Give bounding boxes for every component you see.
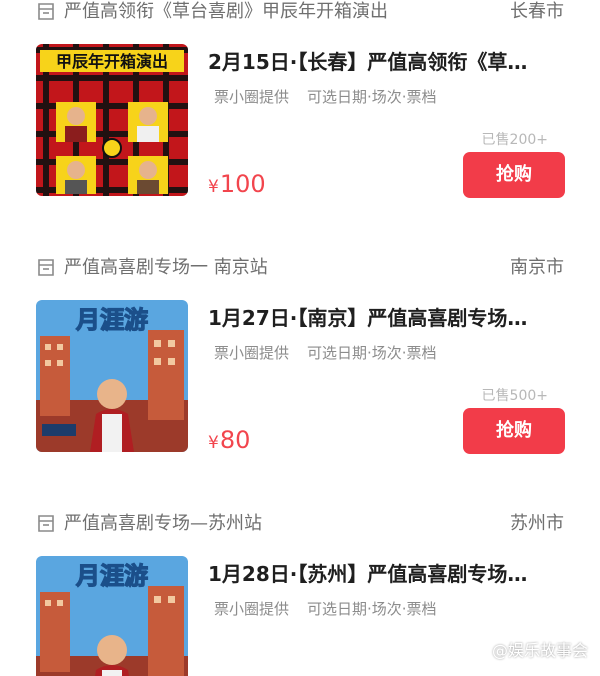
poster-headline: 甲辰年开箱演出	[56, 52, 168, 71]
city-label: 南京市	[510, 257, 564, 278]
store-header[interactable]: 严值高喜剧专场一 南京站 南京市	[36, 254, 564, 282]
event-meta: 票小圈提供 可选日期·场次·票档	[214, 598, 437, 620]
poster-image: 月涯游	[36, 556, 188, 676]
buy-button[interactable]: 抢购	[463, 408, 565, 454]
ticket-options: 可选日期·场次·票档	[307, 344, 437, 362]
store-name: 严值高喜剧专场一 南京站	[64, 257, 268, 278]
price: ¥100	[208, 168, 266, 203]
store-header[interactable]: 严值高喜剧专场—苏州站 苏州市	[36, 510, 564, 538]
event-title[interactable]: 1月28日·【苏州】严值高喜剧专场…	[208, 560, 560, 588]
poster-image: 甲辰年开箱演出	[36, 44, 188, 196]
price: ¥80	[208, 424, 250, 459]
event-title[interactable]: 1月27日·【南京】严值高喜剧专场…	[208, 304, 560, 332]
ticket-options: 可选日期·场次·票档	[307, 600, 437, 618]
poster-headline: 月涯游	[75, 562, 148, 590]
event-poster[interactable]: 月涯游	[36, 300, 188, 452]
poster-image: 月涯游	[36, 300, 188, 452]
store-name: 严值高喜剧专场—苏州站	[64, 513, 262, 534]
event-list: 严值高领衔《草台喜剧》甲辰年开箱演出 长春市 甲辰年开箱演出 2月15日·【长春…	[0, 0, 600, 676]
store-name: 严值高领衔《草台喜剧》甲辰年开箱演出	[64, 1, 388, 22]
city-label: 长春市	[510, 1, 564, 22]
watermark: @娱乐故事会	[491, 641, 588, 660]
buy-button[interactable]: 抢购	[463, 152, 565, 198]
store-header[interactable]: 严值高领衔《草台喜剧》甲辰年开箱演出 长春市	[36, 0, 564, 26]
currency-symbol: ¥	[208, 177, 219, 197]
currency-symbol: ¥	[208, 433, 219, 453]
event-poster[interactable]: 甲辰年开箱演出	[36, 44, 188, 196]
poster-headline: 月涯游	[75, 306, 148, 334]
ticket-provider: 票小圈提供	[214, 88, 290, 106]
event-poster[interactable]: 月涯游	[36, 556, 188, 676]
store-icon	[38, 259, 54, 276]
sold-count: 已售500+	[481, 388, 548, 404]
ticket-provider: 票小圈提供	[214, 344, 290, 362]
event-card[interactable]: 严值高领衔《草台喜剧》甲辰年开箱演出 长春市 甲辰年开箱演出 2月15日·【长春…	[0, 0, 600, 254]
ticket-options: 可选日期·场次·票档	[307, 88, 437, 106]
price-value: 80	[219, 426, 251, 454]
event-meta: 票小圈提供 可选日期·场次·票档	[214, 342, 437, 364]
city-label: 苏州市	[510, 513, 564, 534]
ticket-provider: 票小圈提供	[214, 600, 290, 618]
store-icon	[38, 3, 54, 20]
event-card[interactable]: 严值高喜剧专场一 南京站 南京市 月涯游 1月27日·【南京】严值高喜剧专场… …	[0, 254, 600, 510]
store-icon	[38, 515, 54, 532]
sold-count: 已售200+	[481, 132, 548, 148]
event-title[interactable]: 2月15日·【长春】严值高领衔《草…	[208, 48, 560, 76]
event-meta: 票小圈提供 可选日期·场次·票档	[214, 86, 437, 108]
price-value: 100	[219, 170, 266, 198]
